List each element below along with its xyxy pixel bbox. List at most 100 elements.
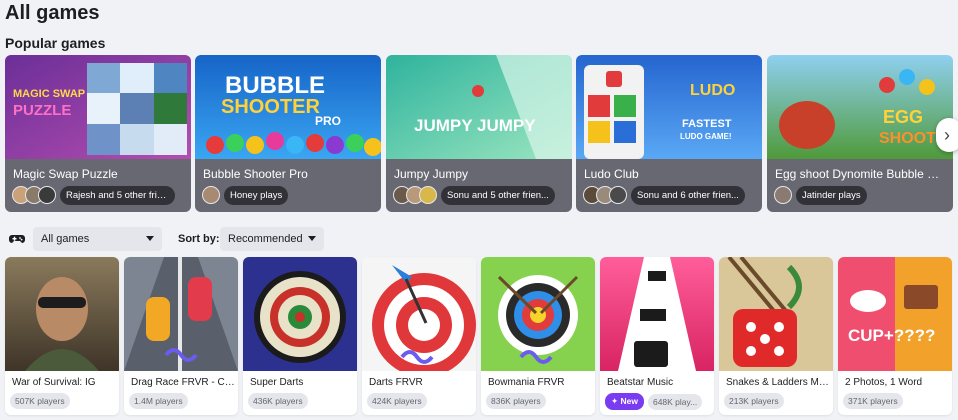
popular-games-carousel: MAGIC SWAP PUZZLE Magic Swap Puzzle Raje… bbox=[5, 55, 958, 212]
game-thumbnail: BUBBLE SHOOTER PRO bbox=[195, 55, 381, 159]
svg-text:LUDO GAME!: LUDO GAME! bbox=[680, 132, 732, 141]
svg-text:BUBBLE: BUBBLE bbox=[225, 72, 325, 99]
friends-playing-label: Honey plays bbox=[224, 185, 289, 205]
popular-game-card[interactable]: BUBBLE SHOOTER PRO Bubble Shooter Pro Ho… bbox=[195, 55, 381, 212]
game-card[interactable]: Bowmania FRVR 836K players bbox=[481, 257, 595, 415]
game-title: Snakes & Ladders Mu... bbox=[726, 377, 830, 388]
game-thumbnail bbox=[124, 257, 238, 371]
game-title: Ludo Club bbox=[584, 167, 639, 181]
game-card-info: Bubble Shooter Pro Honey plays bbox=[195, 159, 381, 212]
game-meta: 371K players bbox=[843, 393, 903, 409]
player-count: 507K players bbox=[10, 393, 70, 409]
player-count: 371K players bbox=[843, 393, 903, 409]
game-title: 2 Photos, 1 Word bbox=[845, 377, 923, 388]
chevron-down-icon bbox=[146, 236, 154, 241]
player-count: 436K players bbox=[248, 393, 308, 409]
category-dropdown-value: All games bbox=[41, 233, 90, 245]
game-thumbnail bbox=[481, 257, 595, 371]
svg-text:CUP+????: CUP+???? bbox=[848, 326, 935, 345]
game-meta: 1.4M players bbox=[129, 393, 188, 409]
game-controller-icon bbox=[9, 235, 25, 243]
game-title: Egg shoot Dynomite Bubble Sh... bbox=[775, 167, 947, 181]
category-dropdown[interactable]: All games bbox=[33, 227, 162, 251]
game-thumbnail bbox=[5, 257, 119, 371]
game-title: War of Survival: IG bbox=[12, 377, 96, 388]
game-card-info: Egg shoot Dynomite Bubble Sh... Jatinder… bbox=[767, 159, 953, 212]
popular-game-card[interactable]: JUMPY JUMPY Jumpy Jumpy Sonu and 5 other… bbox=[386, 55, 572, 212]
game-card[interactable]: Beatstar Music ✦ New 648K play... bbox=[600, 257, 714, 415]
game-meta: 436K players bbox=[248, 393, 308, 409]
svg-text:EGG: EGG bbox=[883, 107, 923, 127]
friend-avatars bbox=[583, 186, 627, 204]
all-games-grid: War of Survival: IG 507K players Drag Ra… bbox=[5, 257, 958, 420]
avatar bbox=[202, 186, 220, 204]
game-thumbnail: MAGIC SWAP PUZZLE bbox=[5, 55, 191, 159]
game-thumbnail bbox=[600, 257, 714, 371]
svg-text:JUMPY JUMPY: JUMPY JUMPY bbox=[414, 116, 536, 135]
game-card[interactable]: Super Darts 436K players bbox=[243, 257, 357, 415]
page-title: All games bbox=[5, 2, 100, 24]
game-card[interactable]: CUP+???? 2 Photos, 1 Word 371K players bbox=[838, 257, 952, 415]
game-title: Super Darts bbox=[250, 377, 304, 388]
game-meta: 213K players bbox=[724, 393, 784, 409]
game-meta: ✦ New 648K play... bbox=[605, 393, 703, 410]
friends-playing: Honey plays bbox=[202, 185, 289, 205]
friends-playing-label: Sonu and 5 other frien... bbox=[441, 185, 555, 205]
new-badge: ✦ New bbox=[605, 393, 644, 410]
friends-playing: Sonu and 5 other frien... bbox=[393, 185, 555, 205]
player-count: 424K players bbox=[367, 393, 427, 409]
game-thumbnail: LUDO FASTEST LUDO GAME! bbox=[576, 55, 762, 159]
carousel-next-button[interactable]: › bbox=[936, 118, 958, 152]
game-title: Magic Swap Puzzle bbox=[13, 167, 118, 181]
sort-dropdown[interactable]: Recommended bbox=[220, 227, 324, 251]
svg-text:SHOOT: SHOOT bbox=[879, 130, 936, 147]
game-title: Drag Race FRVR - Car... bbox=[131, 377, 235, 388]
svg-text:SHOOTER: SHOOTER bbox=[221, 96, 320, 118]
friends-playing-label: Rajesh and 5 other frie... bbox=[60, 185, 175, 205]
friend-avatars bbox=[202, 186, 220, 204]
svg-text:PRO: PRO bbox=[315, 114, 341, 128]
game-thumbnail: JUMPY JUMPY bbox=[386, 55, 572, 159]
chevron-down-icon bbox=[308, 236, 316, 241]
player-count: 648K play... bbox=[647, 393, 703, 410]
friend-avatars bbox=[12, 186, 56, 204]
avatar bbox=[609, 186, 627, 204]
game-meta: 424K players bbox=[367, 393, 427, 409]
sort-dropdown-value: Recommended bbox=[228, 233, 303, 245]
game-card[interactable]: Snakes & Ladders Mu... 213K players bbox=[719, 257, 833, 415]
friend-avatars bbox=[393, 186, 437, 204]
game-thumbnail: CUP+???? bbox=[838, 257, 952, 371]
game-card[interactable]: Darts FRVR 424K players bbox=[362, 257, 476, 415]
avatar bbox=[38, 186, 56, 204]
avatar bbox=[419, 186, 437, 204]
popular-section-title: Popular games bbox=[5, 35, 106, 51]
friends-playing: Jatinder plays bbox=[774, 185, 867, 205]
svg-text:FASTEST: FASTEST bbox=[682, 118, 732, 130]
popular-game-card[interactable]: MAGIC SWAP PUZZLE Magic Swap Puzzle Raje… bbox=[5, 55, 191, 212]
svg-text:MAGIC SWAP: MAGIC SWAP bbox=[13, 88, 85, 100]
game-card[interactable]: War of Survival: IG 507K players bbox=[5, 257, 119, 415]
friends-playing-label: Sonu and 6 other frien... bbox=[631, 185, 745, 205]
svg-text:PUZZLE: PUZZLE bbox=[13, 102, 71, 119]
popular-game-card[interactable]: LUDO FASTEST LUDO GAME! Ludo Club Sonu a… bbox=[576, 55, 762, 212]
friends-playing: Rajesh and 5 other frie... bbox=[12, 185, 175, 205]
player-count: 836K players bbox=[486, 393, 546, 409]
game-meta: 836K players bbox=[486, 393, 546, 409]
filter-bar: All games Sort by: Recommended bbox=[5, 227, 335, 251]
game-card-info: Ludo Club Sonu and 6 other frien... bbox=[576, 159, 762, 212]
player-count: 213K players bbox=[724, 393, 784, 409]
game-meta: 507K players bbox=[10, 393, 70, 409]
game-card-info: Jumpy Jumpy Sonu and 5 other frien... bbox=[386, 159, 572, 212]
avatar bbox=[774, 186, 792, 204]
game-title: Darts FRVR bbox=[369, 377, 423, 388]
chevron-right-icon: › bbox=[944, 124, 950, 145]
game-title: Jumpy Jumpy bbox=[394, 167, 469, 181]
popular-game-card[interactable]: EGG SHOOT Egg shoot Dynomite Bubble Sh..… bbox=[767, 55, 953, 212]
sort-by-label: Sort by: bbox=[178, 233, 220, 245]
friends-playing: Sonu and 6 other frien... bbox=[583, 185, 745, 205]
game-thumbnail bbox=[362, 257, 476, 371]
game-thumbnail: EGG SHOOT bbox=[767, 55, 953, 159]
game-title: Bowmania FRVR bbox=[488, 377, 565, 388]
game-card[interactable]: Drag Race FRVR - Car... 1.4M players bbox=[124, 257, 238, 415]
game-title: Bubble Shooter Pro bbox=[203, 167, 308, 181]
